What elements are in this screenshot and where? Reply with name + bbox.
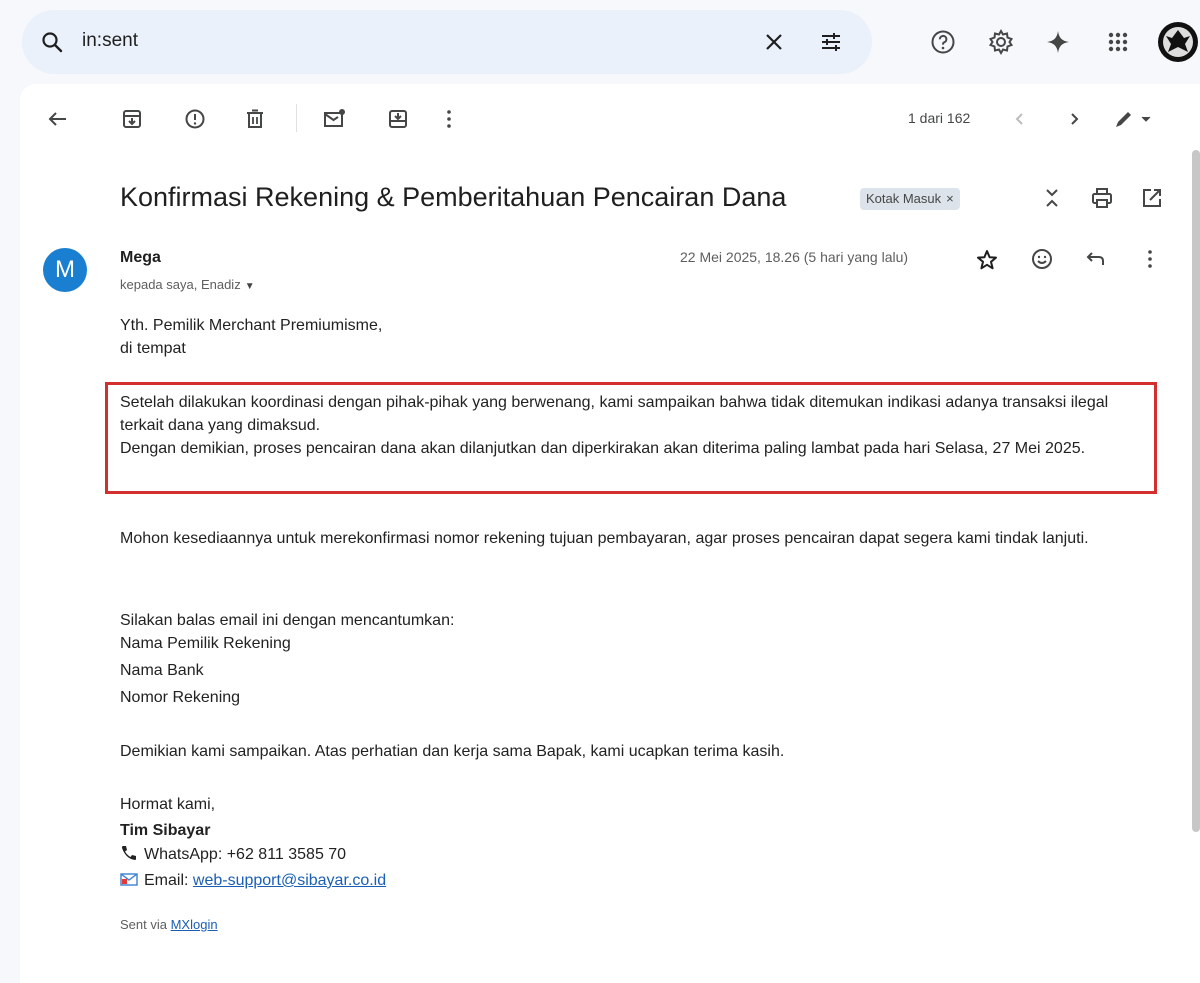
search-input[interactable]: in:sent: [82, 30, 138, 52]
search-options-icon[interactable]: [817, 28, 845, 56]
print-icon[interactable]: [1090, 186, 1114, 210]
greeting-line-2: di tempat: [120, 340, 186, 357]
older-chevron-icon[interactable]: [1062, 107, 1086, 131]
remove-label-icon[interactable]: ×: [946, 191, 954, 206]
highlight-line-2: Dengan demikian, proses pencairan dana a…: [120, 440, 1086, 457]
move-to-icon[interactable]: [386, 107, 410, 131]
label-chip-inbox[interactable]: Kotak Masuk ×: [860, 188, 960, 210]
toolbar-divider: [296, 104, 297, 132]
open-new-window-icon[interactable]: [1140, 186, 1164, 210]
more-vert-icon[interactable]: [437, 107, 461, 131]
archive-icon[interactable]: [120, 107, 144, 131]
email-envelope-icon: [120, 873, 138, 886]
mark-unread-icon[interactable]: [322, 107, 346, 131]
caret-down-icon[interactable]: ▼: [245, 281, 255, 292]
instructions-title: Silakan balas email ini dengan mencantum…: [120, 612, 455, 629]
confirm-paragraph: Mohon kesediaannya untuk merekonfirmasi …: [120, 530, 1089, 547]
gemini-sparkle-icon[interactable]: [1044, 28, 1072, 56]
gear-icon[interactable]: [987, 28, 1015, 56]
whatsapp-line: WhatsApp: +62 811 3585 70: [120, 845, 346, 864]
sender-avatar[interactable]: M: [43, 248, 87, 292]
team-name: Tim Sibayar: [120, 822, 211, 839]
expand-collapse-icon[interactable]: [1040, 186, 1064, 210]
email-label: Email:: [144, 872, 193, 889]
back-arrow-icon[interactable]: [46, 107, 70, 131]
label-chip-text: Kotak Masuk: [866, 191, 942, 206]
whatsapp-text: WhatsApp: +62 811 3585 70: [144, 846, 347, 863]
regards-line: Hormat kami,: [120, 796, 216, 813]
recipients-line[interactable]: kepada saya, Enadiz ▼: [120, 277, 255, 292]
message-date: 22 Mei 2025, 18.26 (5 hari yang lalu): [680, 249, 909, 265]
input-tools-icon[interactable]: [1112, 107, 1156, 131]
mxlogin-link[interactable]: MXlogin: [171, 917, 218, 932]
sent-via-text: Sent via: [120, 917, 171, 932]
search-bar: in:sent: [22, 10, 872, 74]
emoji-reaction-icon[interactable]: [1030, 247, 1054, 271]
highlight-line-1: Setelah dilakukan koordinasi dengan piha…: [120, 394, 1109, 434]
newer-chevron-icon[interactable]: [1008, 107, 1032, 131]
field-item: Nomor Rekening: [120, 689, 241, 706]
search-icon[interactable]: [40, 30, 64, 54]
email-address-link[interactable]: web-support@sibayar.co.id: [193, 872, 386, 889]
field-item: Nama Pemilik Rekening: [120, 635, 291, 652]
sender-name[interactable]: Mega: [120, 249, 161, 267]
help-icon[interactable]: [929, 28, 957, 56]
more-vert-message-icon[interactable]: [1138, 247, 1162, 271]
account-logo-icon: [1159, 23, 1197, 61]
field-item: Nama Bank: [120, 662, 204, 679]
scrollbar[interactable]: [1192, 150, 1200, 832]
closing-paragraph: Demikian kami sampaikan. Atas perhatian …: [120, 743, 785, 760]
email-subject: Konfirmasi Rekening & Pemberitahuan Penc…: [120, 182, 787, 212]
apps-grid-icon[interactable]: [1104, 28, 1132, 56]
email-line: Email: web-support@sibayar.co.id: [120, 872, 386, 890]
pager-count: 1 dari 162: [908, 110, 971, 126]
delete-icon[interactable]: [243, 107, 267, 131]
highlighted-paragraph: Setelah dilakukan koordinasi dengan piha…: [120, 391, 1150, 460]
sent-via-line: Sent via MXlogin: [120, 917, 218, 932]
phone-icon: [122, 846, 136, 860]
account-avatar[interactable]: [1158, 22, 1198, 62]
star-icon[interactable]: [975, 248, 999, 272]
close-icon[interactable]: [760, 28, 788, 56]
greeting-line-1: Yth. Pemilik Merchant Premiumisme,: [120, 317, 383, 334]
reply-icon[interactable]: [1083, 247, 1107, 271]
recipients-text: kepada saya, Enadiz: [120, 277, 241, 292]
report-spam-icon[interactable]: [183, 107, 207, 131]
